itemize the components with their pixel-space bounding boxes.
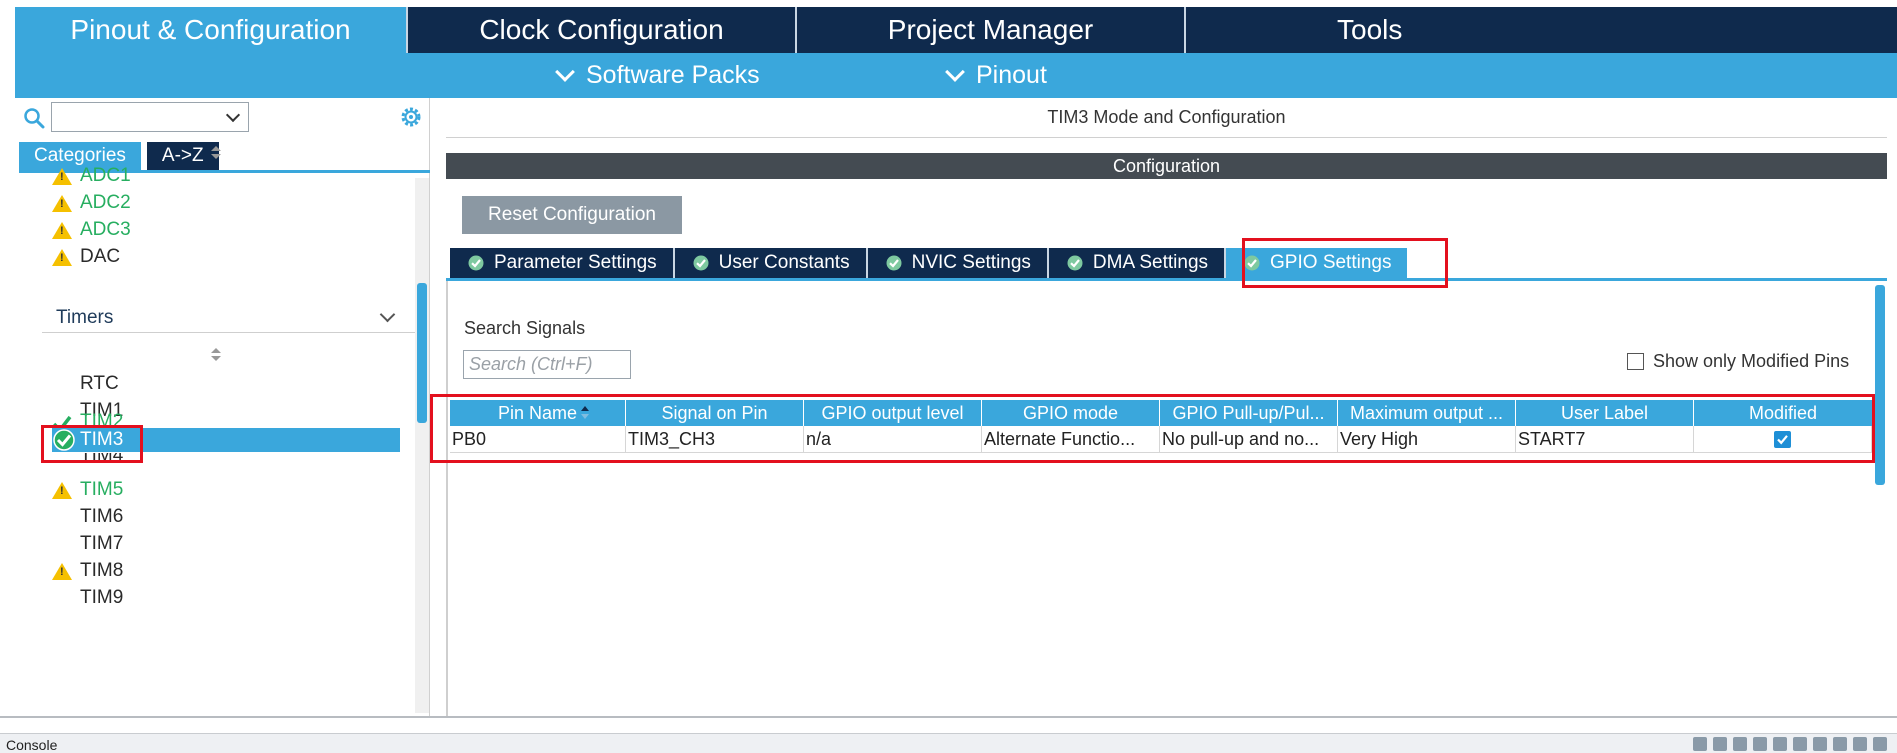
timers-header-label: Timers [56, 306, 114, 328]
highlight-box-table [430, 394, 1875, 463]
show-only-modified-checkbox[interactable]: Show only Modified Pins [1627, 351, 1849, 371]
list-item-adc3[interactable]: ADC3 [80, 218, 131, 242]
clear-console-icon[interactable] [1693, 737, 1707, 751]
warning-icon [52, 222, 72, 239]
stm32cubemx-window: Pinout & Configuration Clock Configurati… [0, 0, 1897, 753]
chevron-down-icon[interactable] [379, 306, 396, 323]
tab-nvic-settings[interactable]: NVIC Settings [868, 248, 1049, 278]
panel-divider [0, 716, 1897, 718]
highlight-box-tim3 [41, 425, 143, 463]
left-panel: Categories A->Z ADC1 ADC2 ADC3 DAC Timer… [15, 98, 430, 716]
warning-icon [52, 195, 72, 212]
sub-menu-bar: Software Packs Pinout [15, 53, 1897, 98]
check-circle-icon [468, 255, 484, 271]
tab-a-z[interactable]: A->Z [146, 142, 219, 170]
right-scrollbar-thumb[interactable] [1875, 285, 1885, 485]
list-item-rtc[interactable]: RTC [80, 372, 119, 396]
list-item-tim6[interactable]: TIM6 [80, 505, 123, 529]
list-item-tim9[interactable]: TIM9 [80, 586, 123, 610]
open-console-icon[interactable] [1833, 737, 1847, 751]
list-item-adc2[interactable]: ADC2 [80, 191, 131, 215]
console-toolbar [1693, 737, 1887, 751]
display-console-icon[interactable] [1813, 737, 1827, 751]
console-tab[interactable]: Console [6, 737, 57, 753]
list-item-tim7[interactable]: TIM7 [80, 532, 123, 556]
warning-icon [52, 249, 72, 266]
list-item-tim8[interactable]: TIM8 [80, 559, 123, 583]
tab-pinout-configuration[interactable]: Pinout & Configuration [15, 7, 406, 53]
tab-dma-settings[interactable]: DMA Settings [1049, 248, 1227, 278]
tab-label: User Constants [718, 252, 850, 273]
word-wrap-icon[interactable] [1773, 737, 1787, 751]
pinout-menu[interactable]: Pinout [945, 53, 1047, 98]
search-combo-box[interactable] [51, 102, 249, 132]
tab-user-constants[interactable]: User Constants [675, 248, 868, 278]
gpio-settings-panel [446, 281, 1887, 716]
left-scrollbar-track[interactable] [415, 178, 429, 713]
search-icon[interactable] [23, 107, 45, 129]
scroll-arrows-icon[interactable] [211, 348, 221, 362]
configuration-title-bar: Configuration [446, 153, 1887, 179]
tab-label: Parameter Settings [494, 252, 657, 273]
chevron-down-icon[interactable] [225, 107, 241, 123]
software-packs-label: Software Packs [586, 61, 760, 89]
tab-label: NVIC Settings [911, 252, 1031, 273]
check-circle-icon [1067, 255, 1083, 271]
warning-icon [52, 563, 72, 580]
search-signals-label: Search Signals [464, 318, 586, 338]
maximize-icon[interactable] [1873, 737, 1887, 751]
remove-icon[interactable] [1713, 737, 1727, 751]
search-signals-input[interactable]: Search (Ctrl+F) [463, 350, 631, 379]
tab-label: DMA Settings [1092, 252, 1209, 273]
checkbox-unchecked[interactable] [1627, 352, 1644, 370]
gear-icon[interactable] [398, 104, 424, 130]
timers-category-header[interactable]: Timers [42, 303, 418, 333]
warning-icon [52, 482, 72, 499]
list-item-tim5[interactable]: TIM5 [80, 478, 123, 502]
reset-configuration-button[interactable]: Reset Configuration [462, 196, 682, 234]
tab-tools[interactable]: Tools [1184, 7, 1897, 53]
console-bar: Console [0, 733, 1897, 753]
scroll-lock-icon[interactable] [1753, 737, 1767, 751]
tab-clock-configuration[interactable]: Clock Configuration [406, 7, 795, 53]
tab-project-manager[interactable]: Project Manager [795, 7, 1184, 53]
list-item-dac[interactable]: DAC [80, 245, 120, 269]
tab-parameter-settings[interactable]: Parameter Settings [450, 248, 675, 278]
show-only-modified-label: Show only Modified Pins [1653, 350, 1850, 371]
main-tab-bar: Pinout & Configuration Clock Configurati… [15, 7, 1897, 53]
check-circle-icon [886, 255, 902, 271]
scroll-arrows-icon[interactable] [211, 146, 221, 160]
minimize-icon[interactable] [1853, 737, 1867, 751]
software-packs-menu[interactable]: Software Packs [555, 53, 760, 98]
pinout-label: Pinout [976, 61, 1047, 89]
check-circle-icon [693, 255, 709, 271]
chevron-down-icon [555, 61, 575, 82]
pin-console-icon[interactable] [1793, 737, 1807, 751]
chevron-down-icon [945, 61, 965, 82]
mode-config-title: TIM3 Mode and Configuration [446, 98, 1887, 138]
list-item-adc1[interactable]: ADC1 [80, 164, 131, 188]
remove-all-icon[interactable] [1733, 737, 1747, 751]
warning-icon [52, 168, 72, 185]
left-scrollbar-thumb[interactable] [417, 283, 427, 423]
